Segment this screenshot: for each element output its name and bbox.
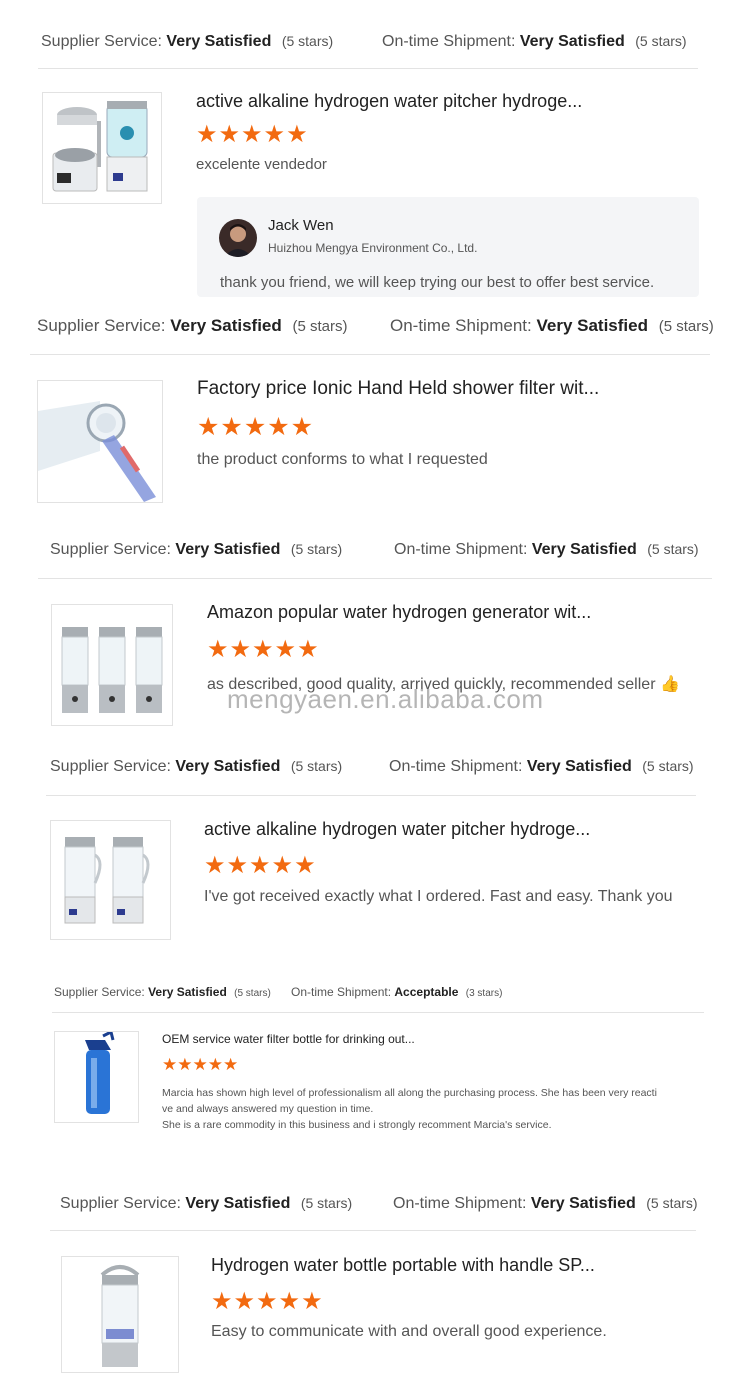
review-comment-line: ve and always answered my question in ti…: [162, 1103, 374, 1115]
divider: [46, 795, 696, 796]
ontime-shipment-rating: On-time Shipment: Very Satisfied (5 star…: [382, 33, 687, 50]
review-comment: Marcia has shown high level of professio…: [162, 1085, 657, 1133]
supplier-service-rating: Supplier Service: Very Satisfied (5 star…: [41, 33, 334, 50]
shower-head-image[interactable]: [37, 380, 163, 503]
supplier-service-rating: Supplier Service: Very Satisfied (5 star…: [60, 1195, 353, 1212]
hydrogen-generator-cups-image[interactable]: [51, 604, 173, 726]
divider: [50, 1230, 696, 1231]
star-rating: ★★★★★: [207, 636, 320, 663]
star-rating: ★★★★★: [197, 413, 315, 441]
divider: [38, 578, 712, 579]
star-rating: ★★★★★: [211, 1288, 324, 1315]
product-title[interactable]: Hydrogen water bottle portable with hand…: [211, 1255, 595, 1276]
ontime-shipment-rating: On-time Shipment: Very Satisfied (5 star…: [394, 541, 699, 558]
product-title[interactable]: active alkaline hydrogen water pitcher h…: [204, 819, 590, 840]
review-comment: I've got received exactly what I ordered…: [204, 888, 673, 905]
divider: [30, 354, 710, 355]
watermark: mengyaen.en.alibaba.com: [227, 684, 544, 714]
hydrogen-bottle-handle-image[interactable]: [61, 1256, 179, 1373]
divider: [38, 68, 698, 69]
supplier-service-rating: Supplier Service: Very Satisfied (5 star…: [50, 758, 343, 775]
reply-text: thank you friend, we will keep trying ou…: [220, 274, 655, 291]
review-comment: the product conforms to what I requested: [197, 451, 488, 468]
reply-company: Huizhou Mengya Environment Co., Ltd.: [268, 241, 478, 255]
supplier-reply: Jack Wen Huizhou Mengya Environment Co.,…: [197, 197, 699, 297]
supplier-service-rating: Supplier Service: Very Satisfied (5 star…: [54, 985, 271, 999]
review-comment-line: She is a rare commodity in this business…: [162, 1119, 552, 1131]
ontime-shipment-rating: On-time Shipment: Very Satisfied (5 star…: [393, 1195, 698, 1212]
supplier-service-rating: Supplier Service: Very Satisfied (5 star…: [50, 541, 343, 558]
product-title[interactable]: Amazon popular water hydrogen generator …: [207, 602, 591, 623]
product-title[interactable]: OEM service water filter bottle for drin…: [162, 1032, 415, 1046]
divider: [52, 1012, 704, 1013]
avatar: [219, 219, 257, 257]
star-rating: ★★★★★: [162, 1055, 239, 1074]
star-rating: ★★★★★: [204, 852, 317, 879]
star-rating: ★★★★★: [196, 121, 309, 148]
hydrogen-pitchers-image[interactable]: [50, 820, 171, 940]
review-comment: excelente vendedor: [196, 156, 327, 173]
reply-author-name: Jack Wen: [268, 217, 334, 234]
ontime-shipment-rating: On-time Shipment: Acceptable (3 stars): [291, 985, 503, 999]
ontime-shipment-rating: On-time Shipment: Very Satisfied (5 star…: [389, 758, 694, 775]
product-title[interactable]: Factory price Ionic Hand Held shower fil…: [197, 378, 599, 400]
product-title[interactable]: active alkaline hydrogen water pitcher h…: [196, 91, 582, 112]
supplier-service-rating: Supplier Service: Very Satisfied (5 star…: [37, 316, 348, 335]
blue-filter-bottle-image[interactable]: [54, 1031, 139, 1123]
review-comment-line: Marcia has shown high level of professio…: [162, 1087, 657, 1099]
hydrogen-pitcher-set-image[interactable]: [42, 92, 162, 204]
review-comment: Easy to communicate with and overall goo…: [211, 1323, 607, 1340]
ontime-shipment-rating: On-time Shipment: Very Satisfied (5 star…: [390, 316, 714, 335]
